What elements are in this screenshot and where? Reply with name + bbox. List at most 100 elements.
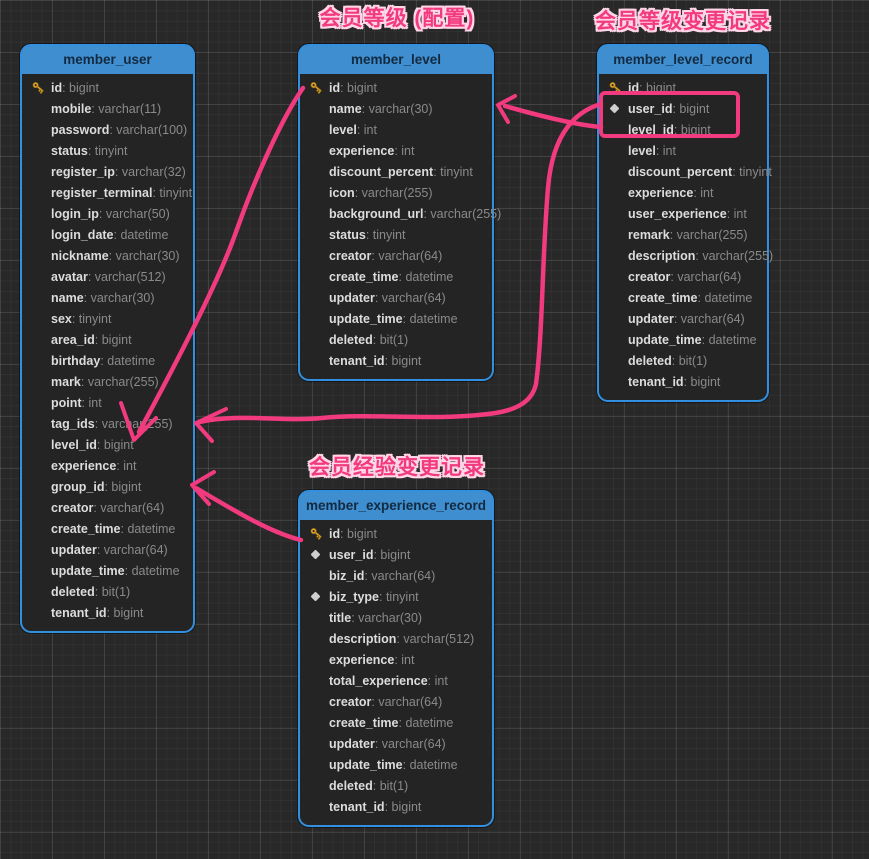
- field-name: login_ip: [51, 207, 99, 221]
- field-row-experience[interactable]: experience: int: [300, 649, 492, 670]
- field-name: experience: [329, 653, 394, 667]
- field-type: : int: [428, 674, 448, 688]
- field-row-icon[interactable]: icon: varchar(255): [300, 182, 492, 203]
- table-title[interactable]: member_level_record: [599, 46, 767, 74]
- field-row-description[interactable]: description: varchar(255): [599, 245, 767, 266]
- field-row-deleted[interactable]: deleted: bit(1): [599, 350, 767, 371]
- entity-table-member-experience-record[interactable]: member_experience_record id: bigintuser_…: [298, 490, 494, 827]
- entity-table-member-user[interactable]: member_user id: bigintmobile: varchar(11…: [20, 44, 195, 633]
- field-row-update_time[interactable]: update_time: datetime: [599, 329, 767, 350]
- field-row-birthday[interactable]: birthday: datetime: [22, 350, 193, 371]
- field-row-avatar[interactable]: avatar: varchar(512): [22, 266, 193, 287]
- field-type: : bigint: [95, 333, 132, 347]
- field-row-experience[interactable]: experience: int: [300, 140, 492, 161]
- field-row-mark[interactable]: mark: varchar(255): [22, 371, 193, 392]
- field-name: creator: [51, 501, 93, 515]
- field-row-creator[interactable]: creator: varchar(64): [22, 497, 193, 518]
- field-row-create_time[interactable]: create_time: datetime: [22, 518, 193, 539]
- field-type: : tinyint: [433, 165, 473, 179]
- field-row-status[interactable]: status: tinyint: [22, 140, 193, 161]
- field-type: : varchar(64): [371, 249, 442, 263]
- field-row-update_time[interactable]: update_time: datetime: [300, 754, 492, 775]
- diagram-canvas[interactable]: member_user id: bigintmobile: varchar(11…: [0, 0, 869, 859]
- field-row-password[interactable]: password: varchar(100): [22, 119, 193, 140]
- field-name: tenant_id: [51, 606, 107, 620]
- field-row-creator[interactable]: creator: varchar(64): [300, 245, 492, 266]
- field-row-experience[interactable]: experience: int: [22, 455, 193, 476]
- field-row-user_id[interactable]: user_id: bigint: [300, 544, 492, 565]
- field-row-group_id[interactable]: group_id: bigint: [22, 476, 193, 497]
- field-row-tenant_id[interactable]: tenant_id: bigint: [300, 796, 492, 817]
- field-row-level[interactable]: level: int: [300, 119, 492, 140]
- field-type: : bit(1): [672, 354, 707, 368]
- field-row-biz_id[interactable]: biz_id: varchar(64): [300, 565, 492, 586]
- table-title[interactable]: member_user: [22, 46, 193, 74]
- field-row-mobile[interactable]: mobile: varchar(11): [22, 98, 193, 119]
- field-row-create_time[interactable]: create_time: datetime: [599, 287, 767, 308]
- field-type: : varchar(255): [423, 207, 501, 221]
- entity-table-member-level-record[interactable]: member_level_record id: bigintuser_id: b…: [597, 44, 769, 402]
- field-row-remark[interactable]: remark: varchar(255): [599, 224, 767, 245]
- field-type: : bigint: [107, 606, 144, 620]
- field-row-id[interactable]: id: bigint: [22, 77, 193, 98]
- field-row-title[interactable]: title: varchar(30): [300, 607, 492, 628]
- field-row-level_id[interactable]: level_id: bigint: [22, 434, 193, 455]
- field-name: level: [628, 144, 656, 158]
- field-row-deleted[interactable]: deleted: bit(1): [300, 775, 492, 796]
- field-row-tenant_id[interactable]: tenant_id: bigint: [300, 350, 492, 371]
- field-row-login_ip[interactable]: login_ip: varchar(50): [22, 203, 193, 224]
- field-row-sex[interactable]: sex: tinyint: [22, 308, 193, 329]
- field-row-area_id[interactable]: area_id: bigint: [22, 329, 193, 350]
- field-row-create_time[interactable]: create_time: datetime: [300, 712, 492, 733]
- field-row-discount_percent[interactable]: discount_percent: tinyint: [599, 161, 767, 182]
- field-row-name[interactable]: name: varchar(30): [22, 287, 193, 308]
- field-row-discount_percent[interactable]: discount_percent: tinyint: [300, 161, 492, 182]
- field-type: : datetime: [403, 758, 458, 772]
- field-row-user_id[interactable]: user_id: bigint: [599, 98, 767, 119]
- field-type: : tinyint: [366, 228, 406, 242]
- entity-table-member-level[interactable]: member_level id: bigintname: varchar(30)…: [298, 44, 494, 381]
- field-row-updater[interactable]: updater: varchar(64): [300, 287, 492, 308]
- field-row-point[interactable]: point: int: [22, 392, 193, 413]
- field-type: : bit(1): [373, 779, 408, 793]
- table-title[interactable]: member_experience_record: [300, 492, 492, 520]
- field-row-experience[interactable]: experience: int: [599, 182, 767, 203]
- field-row-updater[interactable]: updater: varchar(64): [599, 308, 767, 329]
- field-name: update_time: [329, 312, 403, 326]
- field-row-name[interactable]: name: varchar(30): [300, 98, 492, 119]
- field-row-deleted[interactable]: deleted: bit(1): [300, 329, 492, 350]
- field-row-level_id[interactable]: level_id: bigint: [599, 119, 767, 140]
- field-row-biz_type[interactable]: biz_type: tinyint: [300, 586, 492, 607]
- field-row-total_experience[interactable]: total_experience: int: [300, 670, 492, 691]
- field-row-register_terminal[interactable]: register_terminal: tinyint: [22, 182, 193, 203]
- field-name: id: [329, 527, 340, 541]
- field-row-creator[interactable]: creator: varchar(64): [300, 691, 492, 712]
- field-type: : datetime: [121, 522, 176, 536]
- field-row-id[interactable]: id: bigint: [300, 523, 492, 544]
- field-row-creator[interactable]: creator: varchar(64): [599, 266, 767, 287]
- field-type: : tinyint: [72, 312, 112, 326]
- field-row-level[interactable]: level: int: [599, 140, 767, 161]
- field-row-status[interactable]: status: tinyint: [300, 224, 492, 245]
- field-row-register_ip[interactable]: register_ip: varchar(32): [22, 161, 193, 182]
- field-type: : varchar(64): [364, 569, 435, 583]
- field-row-update_time[interactable]: update_time: datetime: [300, 308, 492, 329]
- field-row-updater[interactable]: updater: varchar(64): [300, 733, 492, 754]
- field-row-background_url[interactable]: background_url: varchar(255): [300, 203, 492, 224]
- field-row-login_date[interactable]: login_date: datetime: [22, 224, 193, 245]
- table-title[interactable]: member_level: [300, 46, 492, 74]
- field-row-tenant_id[interactable]: tenant_id: bigint: [22, 602, 193, 623]
- field-row-id[interactable]: id: bigint: [300, 77, 492, 98]
- field-row-create_time[interactable]: create_time: datetime: [300, 266, 492, 287]
- field-row-updater[interactable]: updater: varchar(64): [22, 539, 193, 560]
- field-type: : int: [357, 123, 377, 137]
- field-row-deleted[interactable]: deleted: bit(1): [22, 581, 193, 602]
- field-type: : varchar(255): [670, 228, 748, 242]
- field-row-description[interactable]: description: varchar(512): [300, 628, 492, 649]
- field-row-update_time[interactable]: update_time: datetime: [22, 560, 193, 581]
- field-row-user_experience[interactable]: user_experience: int: [599, 203, 767, 224]
- field-row-tag_ids[interactable]: tag_ids: varchar(255): [22, 413, 193, 434]
- field-row-id[interactable]: id: bigint: [599, 77, 767, 98]
- field-row-tenant_id[interactable]: tenant_id: bigint: [599, 371, 767, 392]
- field-row-nickname[interactable]: nickname: varchar(30): [22, 245, 193, 266]
